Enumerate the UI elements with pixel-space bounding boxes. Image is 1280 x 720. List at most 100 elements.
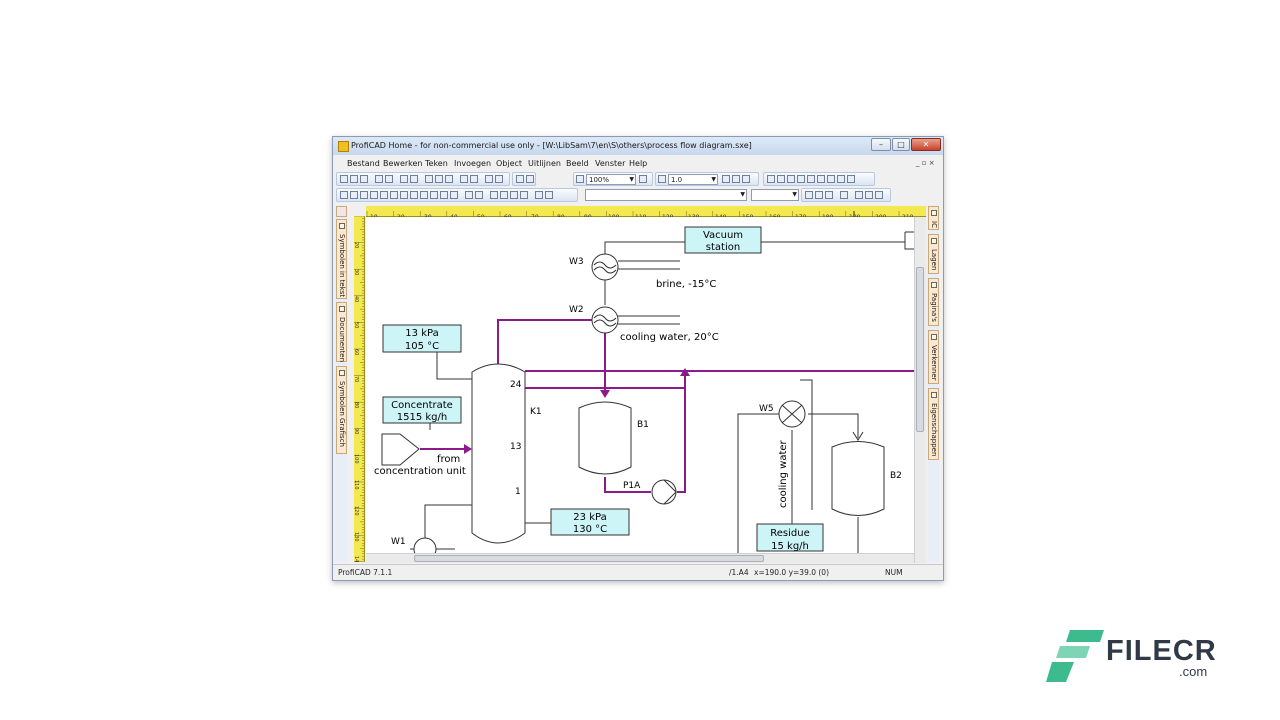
circle-tool-icon[interactable] [410,191,418,199]
table-tool-icon[interactable] [475,191,483,199]
tree-icon[interactable] [777,175,785,183]
select-area-icon[interactable] [516,175,524,183]
cut-icon[interactable] [425,175,433,183]
vertical-scroll-thumb[interactable] [916,267,924,432]
print-preview-icon[interactable] [400,175,408,183]
tab-paginas[interactable]: Pagina's [928,278,939,326]
bus-tool-icon[interactable] [520,191,528,199]
zoom-select[interactable]: 100% ▼ [586,174,636,185]
font-select[interactable]: ▼ [585,189,747,201]
select-all-icon[interactable] [526,175,534,183]
save-icon[interactable] [360,175,368,183]
align-text-right-icon[interactable] [875,191,883,199]
paste-icon[interactable] [445,175,453,183]
layers-icon[interactable] [837,175,845,183]
exit-icon[interactable] [847,175,855,183]
close-button[interactable]: ✕ [911,138,941,151]
hatch-tool-icon[interactable] [450,191,458,199]
line-width-select[interactable]: 1.0 ▼ [668,174,718,185]
bold-icon[interactable] [805,191,813,199]
line-style-icon[interactable] [658,175,666,183]
align-text-center-icon[interactable] [865,191,873,199]
tab-lagen[interactable]: Lagen [928,234,939,274]
print-icon[interactable] [410,175,418,183]
tab-eigenschappen[interactable]: Eigenschappen [928,388,939,460]
minimize-button[interactable]: – [871,138,891,151]
ellipse-alt-tool-icon[interactable] [440,191,448,199]
shape-tool-icon[interactable] [430,191,438,199]
tab-documenten[interactable]: Documenten [336,302,347,362]
maximize-button[interactable]: □ [892,138,910,151]
left-sidebar-heart-icon[interactable] [336,206,347,217]
mdi-window-controls[interactable]: _ ▫ × [916,159,935,167]
drawing-canvas[interactable]: Vacuum station W3 brine, -15°C W2 coolin… [366,217,914,553]
new-file-icon[interactable] [340,175,348,183]
wand-icon[interactable] [817,175,825,183]
italic-icon[interactable] [815,191,823,199]
menu-uitlijnen[interactable]: Uitlijnen [528,159,561,168]
vessel-b1[interactable] [578,401,632,475]
arrow-tool-icon[interactable] [500,191,508,199]
horizontal-scroll-thumb[interactable] [414,555,764,562]
zoom-in-icon[interactable] [576,175,584,183]
cooling-water-lines [618,315,680,325]
feed-offpage-arrow[interactable] [381,433,420,466]
undo-icon[interactable] [375,175,383,183]
menu-venster[interactable]: Venster [595,159,625,168]
curve-tool-icon[interactable] [370,191,378,199]
font-size-select[interactable]: ▼ [751,189,799,201]
vessel-b2[interactable] [831,441,885,516]
status-bar: ProfiCAD 7.1.1 /1.A4 x=190.0 y=39.0 (0) … [333,564,943,579]
tab-verkenner[interactable]: Verkenner [928,330,939,384]
export-icon[interactable] [460,175,468,183]
column-k1[interactable] [471,363,526,544]
horizontal-scrollbar[interactable] [366,553,914,563]
grid-icon[interactable] [722,175,730,183]
wire-tool-icon[interactable] [490,191,498,199]
hand-tool-icon[interactable] [545,191,553,199]
menu-beeld[interactable]: Beeld [566,159,589,168]
columns-icon[interactable] [732,175,740,183]
pointer-tool-icon[interactable] [535,191,543,199]
polyline-tool-icon[interactable] [350,191,358,199]
align-left-icon[interactable] [485,175,493,183]
line-tool-icon[interactable] [340,191,348,199]
tab-symbolen-grafisch[interactable]: Symbolen Grafisch [336,366,347,454]
rectangle-tool-icon[interactable] [380,191,388,199]
open-file-icon[interactable] [350,175,358,183]
menu-invoegen[interactable]: Invoegen [454,159,491,168]
tab-ic[interactable]: IC [928,206,939,230]
menu-object[interactable]: Object [496,159,522,168]
component-icon[interactable] [787,175,795,183]
text-color-icon[interactable] [840,191,848,199]
rounded-rect-tool-icon[interactable] [390,191,398,199]
redo-icon[interactable] [385,175,393,183]
heart-icon[interactable] [797,175,805,183]
underline-icon[interactable] [825,191,833,199]
w1-heat-exchanger[interactable] [413,537,437,553]
folder-icon[interactable] [767,175,775,183]
menu-teken[interactable]: Teken [425,159,448,168]
image-icon[interactable] [470,175,478,183]
align-text-left-icon[interactable] [855,191,863,199]
cooling-water-vertical-label: cooling water [778,439,789,508]
tools-icon[interactable] [742,175,750,183]
zoom-out-icon[interactable] [639,175,647,183]
copy-icon[interactable] [435,175,443,183]
vertical-scrollbar[interactable] [914,217,926,563]
arc-tool-icon[interactable] [360,191,368,199]
database-icon[interactable] [827,175,835,183]
process-flow-diagram[interactable]: Vacuum station W3 brine, -15°C W2 coolin… [366,217,914,553]
tab-symbolen-in-tekst[interactable]: Symbolen in tekst [336,219,347,299]
hourglass-tool-icon[interactable] [420,191,428,199]
align-center-icon[interactable] [495,175,503,183]
pump-p1a[interactable] [651,479,677,505]
menu-bestand[interactable]: Bestand [347,159,380,168]
text-tool-icon[interactable] [465,191,473,199]
star-icon[interactable] [807,175,815,183]
bulb-tool-icon[interactable] [510,191,518,199]
ellipse-tool-icon[interactable] [400,191,408,199]
menu-bewerken[interactable]: Bewerken [383,159,423,168]
symbol-graphic-icon [339,370,345,376]
menu-help[interactable]: Help [629,159,647,168]
